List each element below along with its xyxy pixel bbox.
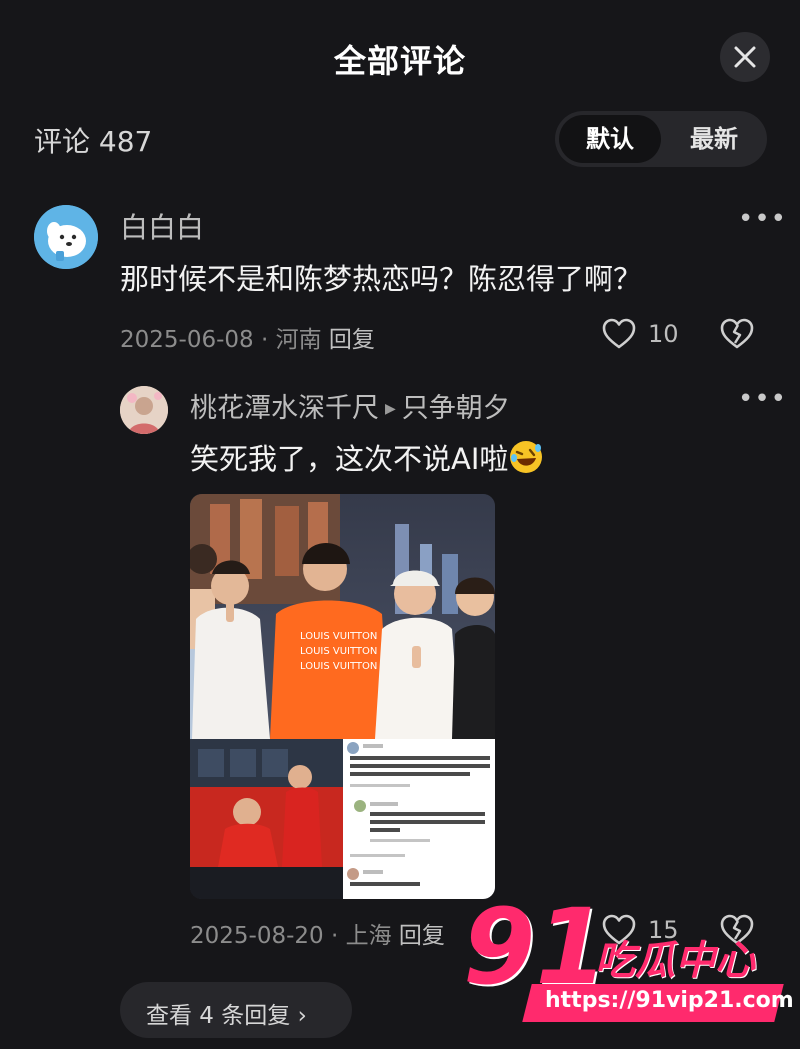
comment-dislike-button[interactable] (720, 318, 754, 354)
svg-text:LOUIS VUITTON: LOUIS VUITTON (300, 661, 377, 672)
more-icon: ••• (738, 384, 788, 414)
reply-reply-button[interactable]: 回复 (399, 923, 445, 949)
comment-date-location: 2025-06-08 · 河南 (120, 327, 322, 353)
reply-date-location: 2025-08-20 · 上海 (190, 923, 392, 949)
comments-header: 全部评论 (0, 0, 800, 115)
svg-text:LOUIS VUITTON: LOUIS VUITTON (300, 631, 377, 642)
view-replies-button[interactable]: 查看 4 条回复 › (120, 982, 352, 1038)
comment-like-count: 10 (648, 320, 679, 348)
reply-meta: 2025-08-20 · 上海 回复 (190, 916, 445, 950)
broken-heart-icon (720, 318, 754, 349)
reply-more-button[interactable]: ••• (738, 384, 787, 414)
comment-meta: 2025-06-08 · 河南 回复 (120, 320, 375, 354)
page-title: 全部评论 (333, 42, 466, 80)
reply-arrow-icon: ▶ (385, 401, 396, 417)
reply-text: 笑死我了，这次不说AI啦 (190, 442, 509, 476)
heart-icon (602, 318, 636, 349)
reply-username[interactable]: 桃花潭水深千尺 (190, 393, 379, 424)
more-icon: ••• (738, 204, 788, 234)
reply-username-line: 桃花潭水深千尺 ▶ 只争朝夕 (190, 386, 510, 425)
sort-default-tab[interactable]: 默认 (559, 115, 661, 163)
comment-username[interactable]: 白白白 (120, 206, 204, 246)
reply-image[interactable]: LOUIS VUITTON LOUIS VUITTON LOUIS VUITTO… (190, 494, 495, 899)
avatar[interactable] (34, 205, 98, 269)
sort-toggle: 默认 最新 (555, 111, 767, 167)
view-replies-label: 查看 4 条回复 › (146, 1003, 307, 1029)
watermark-word: 吃瓜中心 (595, 938, 755, 984)
comment-count: 评论 487 (34, 125, 153, 158)
reply-avatar[interactable] (120, 386, 168, 434)
rolling-laugh-emoji-icon (508, 439, 544, 482)
comment-more-button[interactable]: ••• (738, 204, 787, 234)
reply-text-line: 笑死我了，这次不说AI啦 (190, 436, 544, 482)
watermark-logo: 91 吃瓜中心 https://91vip21.com (455, 892, 794, 1032)
svg-text:LOUIS VUITTON: LOUIS VUITTON (300, 646, 377, 657)
comment-reply-button[interactable]: 回复 (329, 327, 375, 353)
comment-text: 那时候不是和陈梦热恋吗？陈忍得了啊？ (120, 262, 643, 296)
close-button[interactable] (720, 32, 770, 82)
comment-like-button[interactable] (602, 318, 636, 354)
sort-latest-tab[interactable]: 最新 (665, 115, 763, 163)
watermark-url: https://91vip21.com (545, 988, 794, 1013)
reply-to-username[interactable]: 只争朝夕 (402, 393, 510, 424)
close-icon (734, 46, 756, 68)
